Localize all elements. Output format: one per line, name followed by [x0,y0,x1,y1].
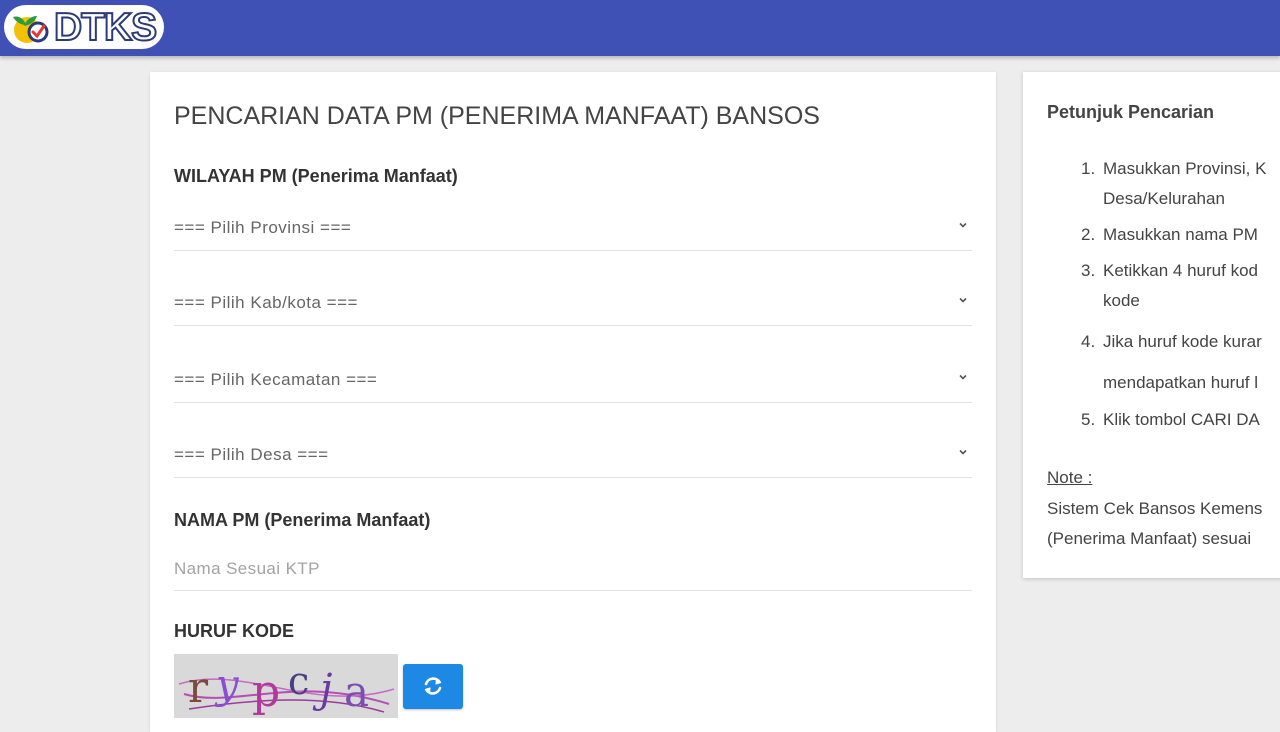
step-number: 4. [1081,332,1096,351]
step-text: Ketikkan 4 huruf kod [1103,261,1258,280]
kode-section-title: HURUF KODE [174,621,294,641]
logo-mark-icon [13,16,49,43]
search-card: PENCARIAN DATA PM (PENERIMA MANFAAT) BAN… [150,72,996,732]
kabkota-select-value: === Pilih Kab/kota === [174,293,358,312]
refresh-icon [424,677,442,695]
svg-text:a: a [344,667,369,716]
svg-text:c: c [288,659,309,703]
step-number: 3. [1081,261,1096,280]
svg-text:y: y [214,662,240,708]
nama-section-title: NAMA PM (Penerima Manfaat) [174,510,431,530]
top-navbar: DTKS [0,0,1280,56]
note-text: Sistem Cek Bansos Kemens [1047,499,1263,518]
refresh-captcha-button[interactable] [403,664,463,709]
kabkota-select[interactable]: === Pilih Kab/kota === [174,281,972,326]
captcha-image: r y p c j a [174,654,398,718]
kecamatan-select[interactable]: === Pilih Kecamatan === [174,358,972,403]
step-number: 2. [1081,225,1096,244]
page-title: PENCARIAN DATA PM (PENERIMA MANFAAT) BAN… [174,102,820,130]
wilayah-section-title: WILAYAH PM (Penerima Manfaat) [174,166,458,186]
note-label: Note : [1047,468,1093,487]
desa-select[interactable]: === Pilih Desa === [174,433,972,478]
chevron-down-icon [959,297,967,303]
chevron-down-icon [959,374,967,380]
note-text: (Penerima Manfaat) sesuai [1047,529,1252,548]
nama-input[interactable] [174,548,972,591]
step-number: 1. [1081,159,1096,178]
step-text: kode [1103,291,1140,310]
step-text: Klik tombol CARI DA [1103,410,1260,429]
step-text: mendapatkan huruf l [1103,373,1258,392]
logo-text: DTKS [53,5,158,49]
province-select[interactable]: === Pilih Provinsi === [174,206,972,251]
chevron-down-icon [959,222,967,228]
step-text: Masukkan nama PM [1103,225,1258,244]
kecamatan-select-value: === Pilih Kecamatan === [174,370,378,389]
step-text: Desa/Kelurahan [1103,189,1225,208]
instructions-title: Petunjuk Pencarian [1047,102,1215,122]
step-number: 5. [1081,410,1096,429]
instructions-card: Petunjuk Pencarian 1. Masukkan Provinsi,… [1023,72,1280,578]
dtks-logo[interactable]: DTKS [4,5,164,49]
step-text: Jika huruf kode kurar [1103,332,1262,351]
step-text: Masukkan Provinsi, K [1103,159,1267,178]
desa-select-value: === Pilih Desa === [174,445,329,464]
svg-text:r: r [188,663,209,712]
chevron-down-icon [959,449,967,455]
svg-text:p: p [252,666,280,717]
province-select-value: === Pilih Provinsi === [174,218,352,237]
